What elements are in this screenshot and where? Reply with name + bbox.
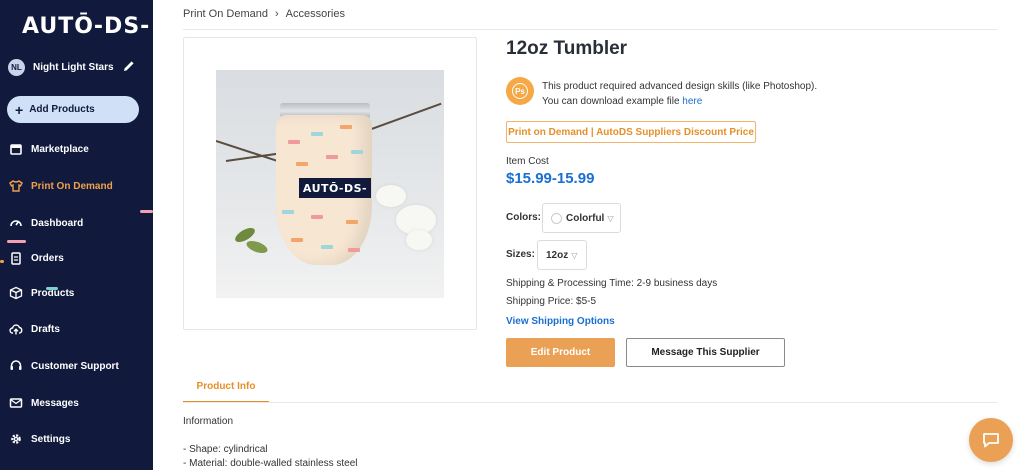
info-line: - Shape: cylindrical — [183, 444, 268, 455]
breadcrumb-item-print-on-demand[interactable]: Print On Demand — [183, 8, 268, 20]
add-products-label: Add Products — [29, 104, 95, 115]
sidebar-item-settings[interactable]: Settings — [9, 429, 70, 449]
shipping-price: Shipping Price: $5-5 — [506, 296, 597, 307]
clipboard-icon — [11, 252, 21, 265]
divider — [183, 29, 997, 30]
sidebar-item-label: Dashboard — [31, 217, 84, 229]
decorative-strip — [0, 260, 4, 263]
shipping-time: Shipping & Processing Time: 2-9 business… — [506, 278, 718, 289]
sizes-label: Sizes: — [506, 249, 535, 260]
edit-product-button[interactable]: Edit Product — [506, 338, 615, 367]
divider — [183, 402, 997, 403]
chat-icon — [983, 433, 999, 448]
sidebar-item-label: Settings — [31, 433, 71, 445]
sidebar: AUTŌ-DS- NL Night Light Stars + Add Prod… — [0, 0, 153, 470]
headset-icon — [10, 360, 22, 370]
photoshop-icon: Ps — [506, 77, 534, 105]
size-select[interactable]: 12oz ▽ — [537, 240, 587, 270]
info-line: - Material: double-walled stainless stee… — [183, 458, 358, 469]
download-example-link[interactable]: here — [682, 96, 702, 107]
information-title: Information — [183, 416, 234, 427]
add-products-button[interactable]: + Add Products — [7, 96, 139, 123]
user-profile[interactable]: NL Night Light Stars — [8, 56, 148, 78]
envelope-icon — [9, 398, 23, 408]
color-select[interactable]: Colorful ▽ — [542, 203, 621, 233]
pencil-icon[interactable] — [122, 59, 136, 73]
product-title: 12oz Tumbler — [506, 38, 628, 59]
chevron-down-icon: ▽ — [607, 213, 614, 223]
item-cost-label: Item Cost — [506, 156, 549, 167]
breadcrumb: Print On Demand › Accessories — [183, 8, 345, 20]
color-value: Colorful — [566, 212, 605, 224]
tab-product-info[interactable]: Product Info — [183, 372, 269, 403]
decorative-strip — [46, 287, 58, 290]
sidebar-item-label: Drafts — [31, 323, 60, 335]
tshirt-icon — [9, 180, 23, 192]
message-supplier-button[interactable]: Message This Supplier — [626, 338, 785, 367]
sidebar-item-label: Customer Support — [31, 360, 119, 372]
product-image[interactable]: AUTŌ-DS- — [216, 70, 444, 298]
chevron-down-icon: ▽ — [571, 250, 578, 260]
design-skill-notice: This product required advanced design sk… — [542, 81, 818, 107]
chevron-right-icon: › — [274, 8, 279, 20]
gauge-icon — [10, 220, 22, 227]
colors-label: Colors: — [506, 212, 541, 223]
view-shipping-options-link[interactable]: View Shipping Options — [506, 316, 615, 327]
avatar: NL — [8, 58, 25, 76]
discount-badge: Print on Demand | AutoDS Suppliers Disco… — [506, 121, 756, 143]
sidebar-item-orders[interactable]: Orders — [9, 248, 64, 268]
autods-logo[interactable]: AUTŌ-DS- — [22, 14, 150, 39]
color-swatch — [551, 212, 562, 224]
item-cost-value: $15.99-15.99 — [506, 170, 595, 187]
decorative-strip — [7, 240, 26, 243]
user-name: Night Light Stars — [33, 61, 114, 73]
product-image-card: AUTŌ-DS- — [183, 37, 477, 330]
cloud-upload-icon — [9, 324, 23, 335]
chat-button[interactable] — [969, 418, 1013, 462]
sidebar-item-label: Print On Demand — [31, 180, 113, 192]
sidebar-item-label: Messages — [31, 397, 79, 409]
size-value: 12oz — [546, 249, 569, 261]
sidebar-item-marketplace[interactable]: Marketplace — [9, 139, 89, 159]
box-icon — [9, 286, 23, 300]
store-icon — [10, 144, 22, 155]
sidebar-item-messages[interactable]: Messages — [9, 393, 79, 413]
sidebar-item-drafts[interactable]: Drafts — [9, 319, 60, 339]
sidebar-item-label: Marketplace — [31, 143, 89, 155]
sidebar-item-print-on-demand[interactable]: Print On Demand — [9, 176, 113, 196]
sidebar-item-label: Orders — [31, 252, 64, 264]
gear-icon — [11, 434, 21, 444]
tumbler-logo: AUTŌ-DS- — [299, 178, 371, 198]
sidebar-item-products[interactable]: Products — [9, 283, 74, 303]
sidebar-item-dashboard[interactable]: Dashboard — [9, 213, 83, 233]
sidebar-item-customer-support[interactable]: Customer Support — [9, 356, 119, 376]
decorative-strip — [140, 210, 153, 213]
breadcrumb-item-accessories[interactable]: Accessories — [286, 8, 345, 20]
plus-icon: + — [15, 101, 24, 118]
